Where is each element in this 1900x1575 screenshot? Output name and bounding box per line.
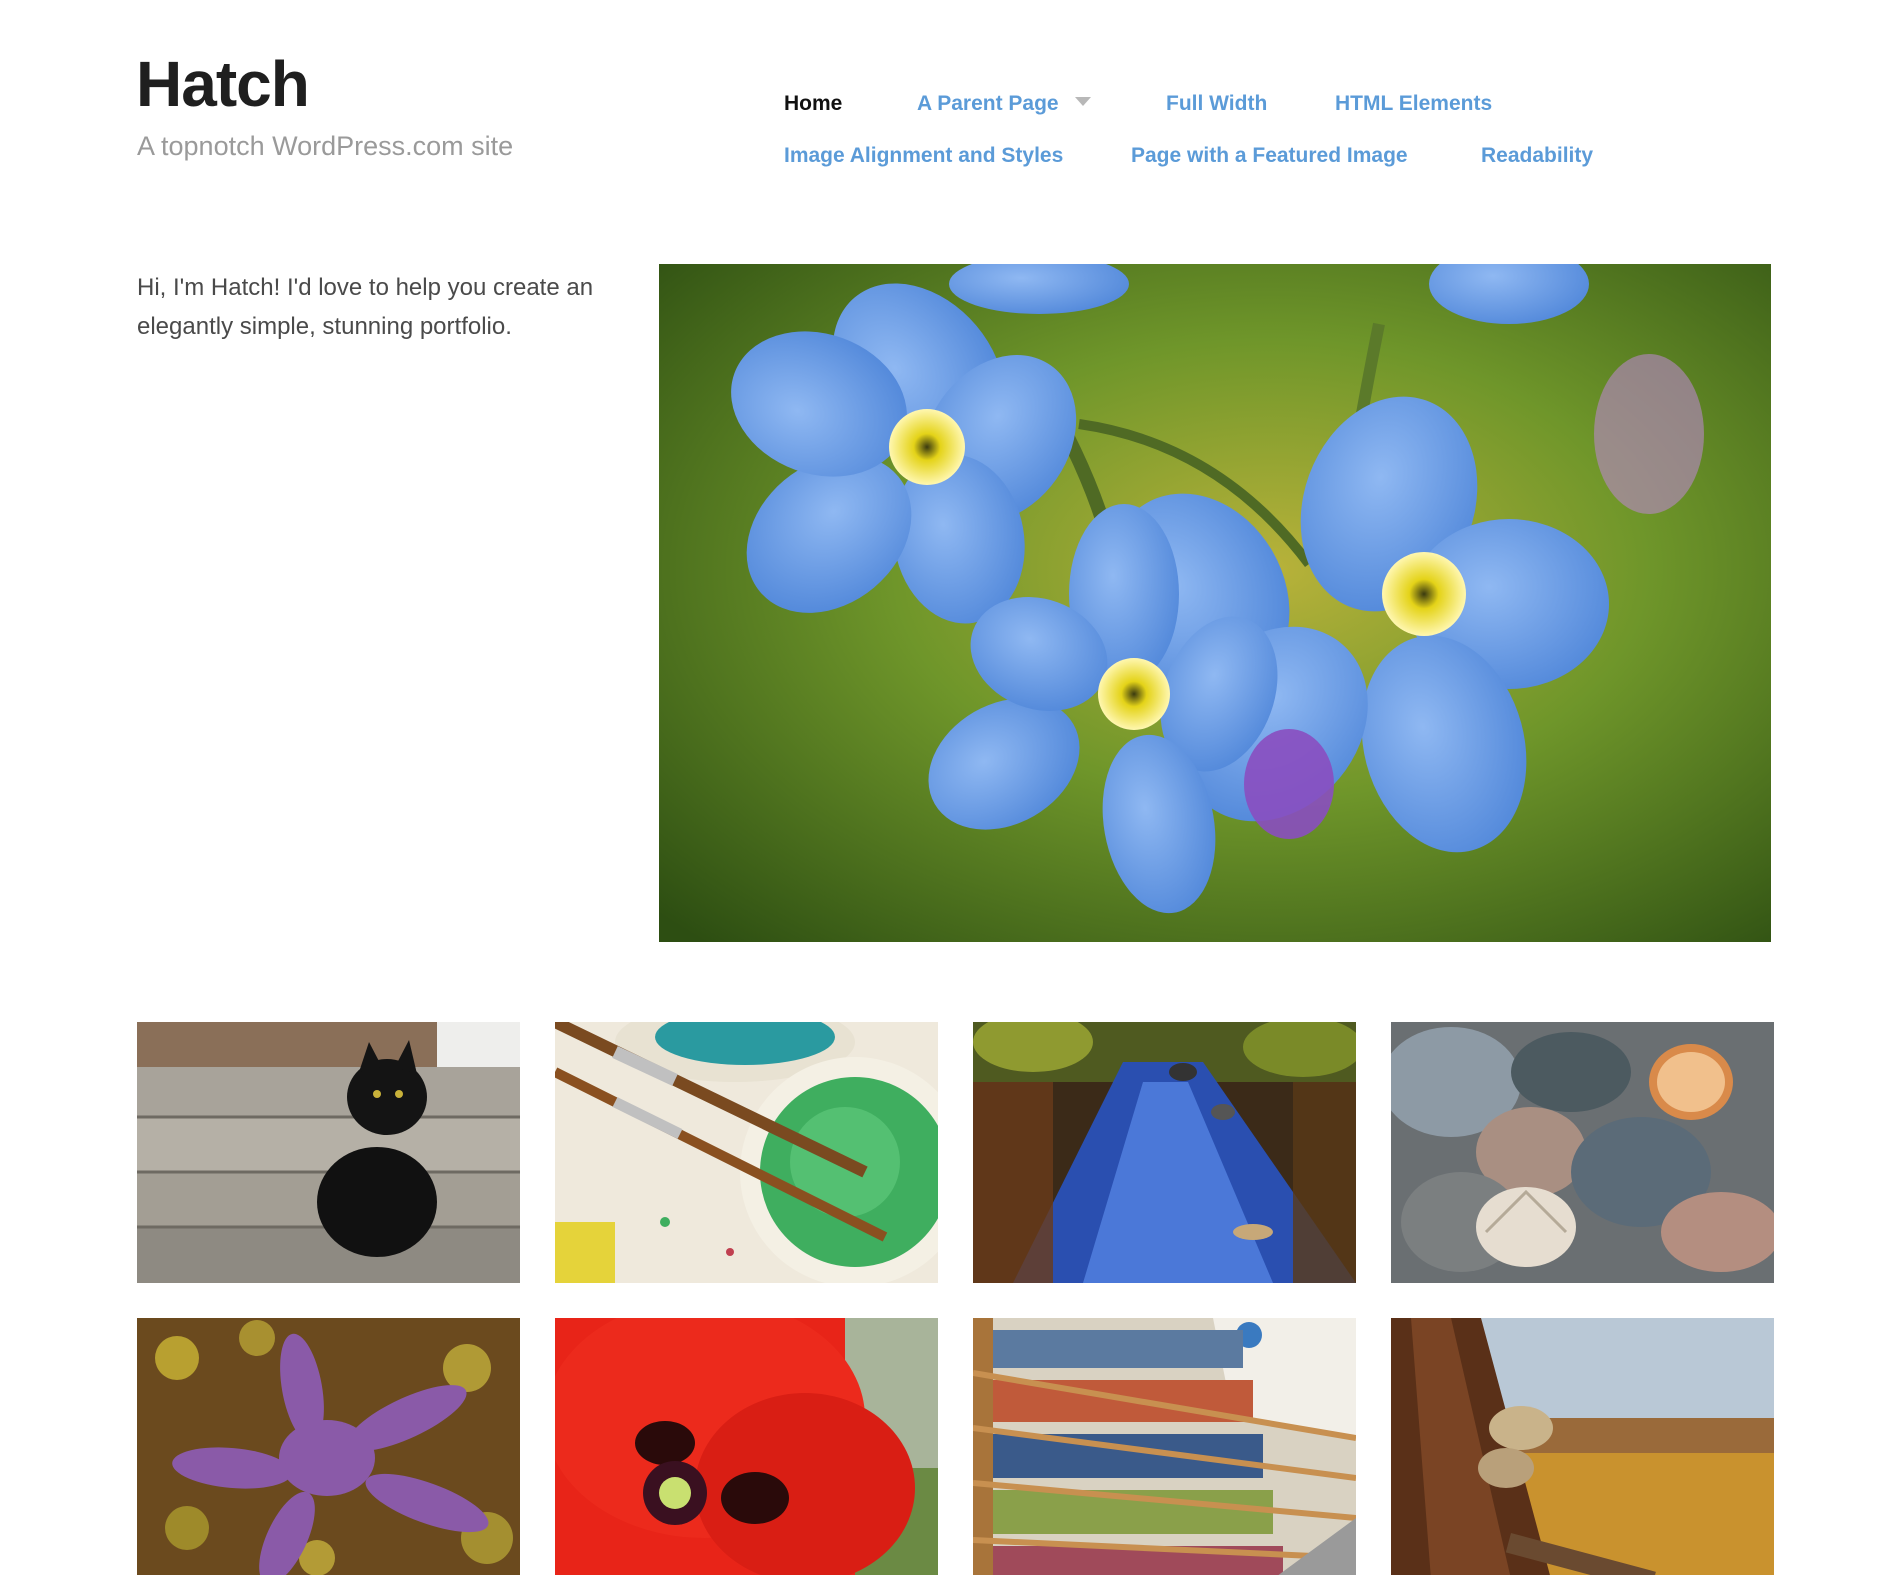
stream-image bbox=[973, 1022, 1356, 1283]
portfolio-item-shells[interactable] bbox=[1391, 1022, 1774, 1283]
nav-item-home[interactable]: Home bbox=[784, 93, 842, 114]
intro-text: Hi, I'm Hatch! I'd love to help you crea… bbox=[137, 274, 594, 340]
chevron-down-icon[interactable] bbox=[1075, 97, 1091, 106]
shells-image bbox=[1391, 1022, 1774, 1283]
portfolio-item-mushroom[interactable] bbox=[1391, 1318, 1774, 1575]
starfish-image bbox=[137, 1318, 520, 1575]
flower-image bbox=[659, 264, 1771, 942]
nav-item-featured-image-page[interactable]: Page with a Featured Image bbox=[1131, 145, 1408, 166]
cat-image bbox=[137, 1022, 520, 1283]
nav-item-html-elements[interactable]: HTML Elements bbox=[1335, 93, 1492, 114]
nav-item-readability[interactable]: Readability bbox=[1481, 145, 1593, 166]
nav-item-full-width[interactable]: Full Width bbox=[1166, 93, 1267, 114]
main-navigation: Home A Parent Page Full Width HTML Eleme… bbox=[0, 0, 1900, 200]
portfolio-item-starfish[interactable] bbox=[137, 1318, 520, 1575]
portfolio-item-library[interactable] bbox=[973, 1318, 1356, 1575]
featured-image[interactable] bbox=[659, 264, 1771, 942]
portfolio-item-stream[interactable] bbox=[973, 1022, 1356, 1283]
portfolio-item-poppy[interactable] bbox=[555, 1318, 938, 1575]
portfolio-item-cat[interactable] bbox=[137, 1022, 520, 1283]
mushroom-image bbox=[1391, 1318, 1774, 1575]
nav-item-image-alignment[interactable]: Image Alignment and Styles bbox=[784, 145, 1063, 166]
nav-item-a-parent-page[interactable]: A Parent Page bbox=[917, 93, 1059, 114]
poppy-image bbox=[555, 1318, 938, 1575]
library-image bbox=[973, 1318, 1356, 1575]
portfolio-item-paints[interactable] bbox=[555, 1022, 938, 1283]
paints-image bbox=[555, 1022, 938, 1283]
